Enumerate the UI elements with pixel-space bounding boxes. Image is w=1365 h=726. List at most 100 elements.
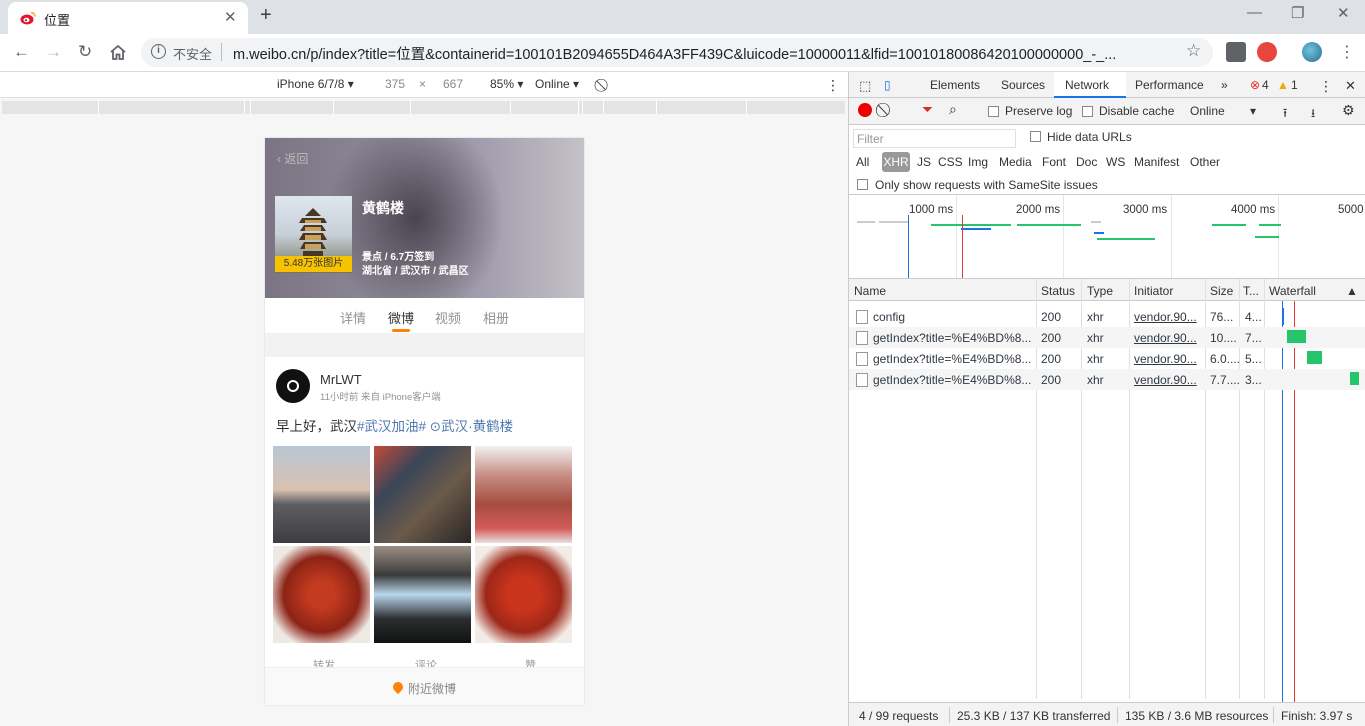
tab-elements[interactable]: Elements bbox=[930, 78, 980, 92]
tab-details[interactable]: 详情 bbox=[340, 308, 366, 327]
device-select[interactable]: iPhone 6/7/8 ▾ bbox=[277, 77, 354, 91]
infinity-extension-icon[interactable] bbox=[1257, 42, 1277, 62]
request-row[interactable]: getIndex?title=%E4%BD%8... 200 xhr vendo… bbox=[849, 348, 1365, 369]
disable-cache-checkbox[interactable] bbox=[1082, 106, 1093, 117]
waterfall-bar bbox=[1282, 308, 1284, 325]
type-media[interactable]: Media bbox=[999, 155, 1032, 169]
url-text[interactable]: m.weibo.cn/p/index?title=位置&containerid=… bbox=[233, 43, 1173, 64]
throttle-dropdown[interactable]: Online bbox=[1190, 104, 1225, 118]
initiator-link[interactable]: vendor.90... bbox=[1134, 352, 1197, 366]
post-photo-4[interactable] bbox=[273, 546, 370, 643]
hide-data-urls-checkbox[interactable] bbox=[1030, 131, 1041, 142]
browser-menu-icon[interactable]: ⋮ bbox=[1339, 42, 1355, 62]
tab-videos[interactable]: 视频 bbox=[435, 308, 461, 327]
initiator-link[interactable]: vendor.90... bbox=[1134, 373, 1197, 387]
search-icon[interactable]: ⌕ bbox=[949, 101, 957, 118]
preserve-log-checkbox[interactable] bbox=[988, 106, 999, 117]
hashtag-link[interactable]: #武汉加油# bbox=[357, 419, 426, 434]
import-har-icon[interactable]: ⭱ bbox=[1283, 104, 1287, 125]
viewport-height[interactable]: 667 bbox=[443, 77, 463, 91]
place-thumbnail[interactable]: 5.48万张图片 bbox=[275, 196, 352, 273]
devtools-close-icon[interactable]: ✕ bbox=[1345, 78, 1356, 94]
download-extension-icon[interactable] bbox=[1226, 42, 1246, 62]
nearby-bar[interactable]: 附近微博 bbox=[265, 667, 584, 705]
error-icon[interactable]: ⊗ bbox=[1250, 78, 1260, 92]
post-photo-2[interactable] bbox=[374, 446, 471, 543]
devtools-menu-icon[interactable]: ⋮ bbox=[1319, 78, 1333, 95]
device-menu-icon[interactable]: ⋮ bbox=[826, 77, 840, 94]
type-font[interactable]: Font bbox=[1042, 155, 1066, 169]
like-button[interactable]: 赞 bbox=[525, 657, 536, 667]
throttle-chevron-icon[interactable]: ▾ bbox=[1250, 104, 1256, 118]
network-overview[interactable]: 1000 ms 2000 ms 3000 ms 4000 ms 5000 bbox=[849, 195, 1365, 279]
warning-icon[interactable]: ▲ bbox=[1277, 78, 1289, 92]
browser-tab[interactable]: 位置 ✕ bbox=[8, 2, 248, 34]
sort-ascending-icon[interactable]: ▲ bbox=[1346, 284, 1358, 298]
address-bar[interactable]: i 不安全 m.weibo.cn/p/index?title=位置&contai… bbox=[141, 38, 1213, 67]
type-js[interactable]: JS bbox=[917, 155, 931, 169]
tab-sources[interactable]: Sources bbox=[1001, 78, 1045, 92]
filter-input[interactable]: Filter bbox=[853, 129, 1016, 148]
type-manifest[interactable]: Manifest bbox=[1134, 155, 1179, 169]
col-type[interactable]: Type bbox=[1087, 284, 1113, 298]
location-link[interactable]: ⊙武汉·黄鹤楼 bbox=[430, 419, 513, 434]
user-avatar[interactable] bbox=[276, 369, 310, 403]
tab-weibo[interactable]: 微博 bbox=[388, 308, 414, 327]
filter-icon[interactable]: ⏷ bbox=[922, 101, 933, 118]
post-photo-6[interactable] bbox=[475, 546, 572, 643]
home-icon[interactable] bbox=[109, 44, 127, 61]
type-css[interactable]: CSS bbox=[938, 155, 963, 169]
col-name[interactable]: Name bbox=[854, 284, 886, 298]
col-time[interactable]: T... bbox=[1243, 284, 1259, 298]
tab-album[interactable]: 相册 bbox=[483, 308, 509, 327]
post-username[interactable]: MrLWT bbox=[320, 372, 362, 387]
type-other[interactable]: Other bbox=[1190, 155, 1220, 169]
type-ws[interactable]: WS bbox=[1106, 155, 1125, 169]
request-row[interactable]: config 200 xhr vendor.90... 76... 4... bbox=[849, 306, 1365, 327]
record-icon[interactable] bbox=[858, 103, 872, 117]
tick-2000: 2000 ms bbox=[1016, 204, 1061, 216]
post-photo-1[interactable] bbox=[273, 446, 370, 543]
settings-gear-icon[interactable]: ⚙ bbox=[1342, 102, 1355, 119]
throttle-select[interactable]: Online ▾ bbox=[535, 77, 579, 91]
more-tabs-icon[interactable]: » bbox=[1221, 78, 1228, 92]
post-photo-3[interactable] bbox=[475, 446, 572, 543]
tab-close-icon[interactable]: ✕ bbox=[224, 8, 237, 26]
device-toggle-icon[interactable]: ▯ bbox=[884, 78, 891, 92]
disable-cache-label: Disable cache bbox=[1099, 104, 1175, 118]
media-query-ruler[interactable] bbox=[2, 101, 845, 114]
info-icon[interactable]: i bbox=[151, 44, 166, 59]
request-row[interactable]: getIndex?title=%E4%BD%8... 200 xhr vendo… bbox=[849, 327, 1365, 348]
viewport-width[interactable]: 375 bbox=[385, 77, 405, 91]
col-waterfall[interactable]: Waterfall bbox=[1269, 284, 1316, 298]
tab-network[interactable]: Network bbox=[1065, 78, 1109, 92]
minimize-icon[interactable]: — bbox=[1247, 4, 1262, 21]
initiator-link[interactable]: vendor.90... bbox=[1134, 310, 1197, 324]
forward-arrow-icon[interactable]: → bbox=[45, 42, 62, 62]
col-status[interactable]: Status bbox=[1041, 284, 1075, 298]
col-initiator[interactable]: Initiator bbox=[1134, 284, 1173, 298]
restore-icon[interactable]: ❐ bbox=[1291, 4, 1304, 22]
request-row[interactable]: getIndex?title=%E4%BD%8... 200 xhr vendo… bbox=[849, 369, 1365, 390]
type-doc[interactable]: Doc bbox=[1076, 155, 1097, 169]
samesite-checkbox[interactable] bbox=[857, 179, 868, 190]
zoom-select[interactable]: 85% ▾ bbox=[490, 77, 523, 91]
back-arrow-icon[interactable]: ← bbox=[13, 42, 30, 62]
comment-button[interactable]: 评论 bbox=[415, 657, 437, 667]
initiator-link[interactable]: vendor.90... bbox=[1134, 331, 1197, 345]
type-img[interactable]: Img bbox=[968, 155, 988, 169]
repost-button[interactable]: 转发 bbox=[313, 657, 335, 667]
bookmark-star-icon[interactable]: ☆ bbox=[1186, 41, 1201, 61]
post-photo-5[interactable] bbox=[374, 546, 471, 643]
profile-avatar[interactable] bbox=[1302, 42, 1322, 62]
reload-icon[interactable]: ↻ bbox=[78, 42, 92, 62]
back-link[interactable]: ‹ 返回 bbox=[277, 150, 308, 167]
type-xhr[interactable]: XHR bbox=[882, 152, 910, 172]
inspect-icon[interactable]: ⬚ bbox=[859, 78, 871, 94]
tab-performance[interactable]: Performance bbox=[1135, 78, 1204, 92]
new-tab-button[interactable]: + bbox=[260, 4, 272, 27]
export-har-icon[interactable]: ⭳ bbox=[1311, 104, 1315, 125]
type-all[interactable]: All bbox=[856, 155, 869, 169]
col-size[interactable]: Size bbox=[1210, 284, 1233, 298]
window-close-icon[interactable]: ✕ bbox=[1337, 4, 1350, 22]
